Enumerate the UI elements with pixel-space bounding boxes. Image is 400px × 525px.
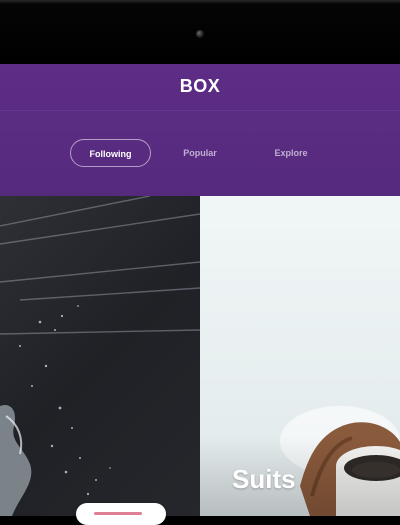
image-fade: [200, 436, 400, 516]
card-image-coffee[interactable]: Suits: [200, 196, 400, 516]
water-splash-image: [0, 196, 200, 516]
header-divider: [0, 110, 400, 111]
camera-icon: [196, 30, 204, 38]
tab-following[interactable]: Following: [70, 139, 151, 167]
tab-explore[interactable]: Explore: [262, 139, 320, 167]
card-title: Suits: [232, 464, 296, 494]
tab-popular[interactable]: Popular: [172, 139, 228, 167]
pill-mark: [94, 512, 142, 515]
card-image-water-splash[interactable]: [0, 196, 200, 516]
device-bezel: [0, 0, 400, 64]
brand-title: BOX: [179, 76, 221, 96]
floating-card-button[interactable]: [76, 503, 166, 525]
